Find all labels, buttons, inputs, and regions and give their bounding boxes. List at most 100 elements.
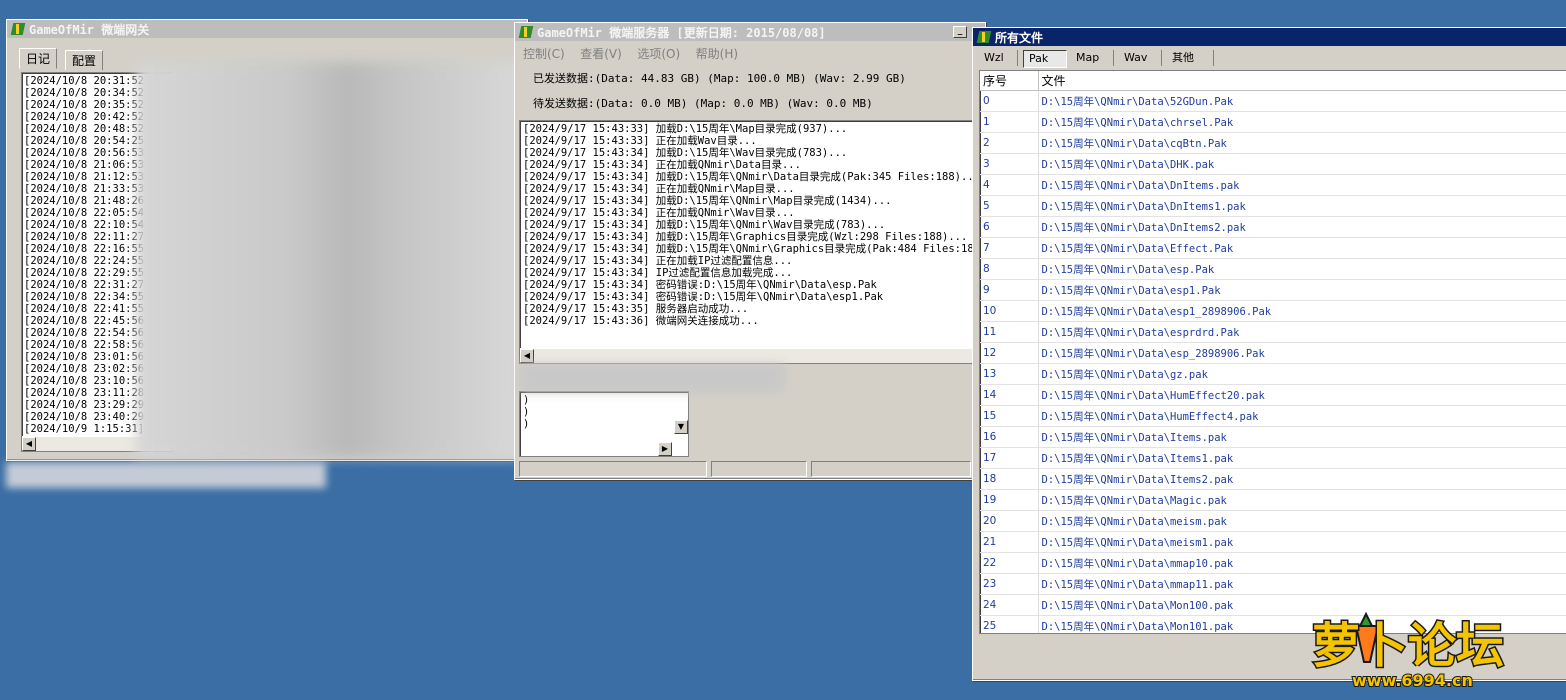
row-file-path: D:\15周年\QNmir\Data\DnItems2.pak [1038, 216, 1566, 238]
table-row[interactable]: 18 D:\15周年\QNmir\Data\Items2.pak [980, 468, 1566, 490]
status-cell-2 [711, 461, 807, 477]
scroll-right-icon[interactable]: ▶ [658, 442, 672, 456]
server-log-line: [2024/9/17 15:43:34] 正在加载IP过滤配置信息... [523, 255, 793, 267]
pending-data-label: 待发送数据:(Data: 0.0 MB) (Map: 0.0 MB) (Wav:… [533, 97, 873, 110]
menu-control[interactable]: 控制(C) [523, 47, 565, 61]
files-tab-wzl[interactable]: Wzl [979, 50, 1018, 66]
server-lower-line: ) [523, 394, 530, 406]
server-log-line: [2024/9/17 15:43:34] 正在加载QNmir\Data目录... [523, 159, 801, 171]
server-lower-list: ))) [520, 392, 688, 432]
row-index: 25 [980, 615, 1039, 633]
minimize-button[interactable]: _ [953, 26, 967, 38]
table-row[interactable]: 4 D:\15周年\QNmir\Data\DnItems.pak [980, 174, 1566, 196]
table-row[interactable]: 21 D:\15周年\QNmir\Data\meism1.pak [980, 531, 1566, 553]
table-row[interactable]: 13 D:\15周年\QNmir\Data\gz.pak [980, 363, 1566, 385]
row-index: 20 [980, 510, 1039, 532]
row-file-path: D:\15周年\QNmir\Data\esp_2898906.Pak [1038, 342, 1566, 364]
table-row[interactable]: 2 D:\15周年\QNmir\Data\cqBtn.Pak [980, 132, 1566, 154]
table-row[interactable]: 9 D:\15周年\QNmir\Data\esp1.Pak [980, 279, 1566, 301]
row-index: 4 [980, 174, 1039, 196]
table-row[interactable]: 22 D:\15周年\QNmir\Data\mmap10.pak [980, 552, 1566, 574]
scroll-left-icon[interactable]: ◀ [22, 437, 36, 451]
menu-view[interactable]: 查看(V) [580, 47, 622, 61]
row-index: 8 [980, 258, 1039, 280]
table-row[interactable]: 20 D:\15周年\QNmir\Data\meism.pak [980, 510, 1566, 532]
column-header-file[interactable]: 文件 [1038, 71, 1566, 91]
files-tab-其他[interactable]: 其他 [1167, 50, 1214, 66]
forum-watermark-logo: 萝卜论坛 www.6994.cn [1311, 611, 1506, 690]
table-row[interactable]: 17 D:\15周年\QNmir\Data\Items1.pak [980, 447, 1566, 469]
row-file-path: D:\15周年\QNmir\Data\mmap10.pak [1038, 552, 1566, 574]
server-log-line: [2024/9/17 15:43:34] 加载D:\15周年\Graphics目… [523, 231, 968, 243]
row-index: 17 [980, 447, 1039, 469]
row-file-path: D:\15周年\QNmir\Data\esp1.Pak [1038, 279, 1566, 301]
gateway-titlebar[interactable]: GameOfMir 微端网关 [7, 20, 527, 38]
table-row[interactable]: 3 D:\15周年\QNmir\Data\DHK.pak [980, 153, 1566, 175]
row-file-path: D:\15周年\QNmir\Data\Magic.pak [1038, 489, 1566, 511]
server-log-list: [2024/9/17 15:43:33] 加载D:\15周年\Map目录完成(9… [520, 121, 976, 329]
scroll-down-icon[interactable]: ▼ [674, 420, 688, 434]
status-cell-3 [811, 461, 971, 477]
row-index: 6 [980, 216, 1039, 238]
row-index: 11 [980, 321, 1039, 343]
table-row[interactable]: 11 D:\15周年\QNmir\Data\esprdrd.Pak [980, 321, 1566, 343]
row-index: 7 [980, 237, 1039, 259]
row-file-path: D:\15周年\QNmir\Data\DnItems1.pak [1038, 195, 1566, 217]
files-titlebar[interactable]: 所有文件 [973, 28, 1566, 46]
column-header-index[interactable]: 序号 [980, 71, 1039, 91]
table-row[interactable]: 19 D:\15周年\QNmir\Data\Magic.pak [980, 489, 1566, 511]
row-index: 5 [980, 195, 1039, 217]
files-title: 所有文件 [995, 30, 1044, 45]
row-file-path: D:\15周年\QNmir\Data\gz.pak [1038, 363, 1566, 385]
redacted-region-bottom [6, 462, 326, 488]
server-log-line: [2024/9/17 15:43:34] 加载D:\15周年\QNmir\Wav… [523, 219, 886, 231]
row-file-path: D:\15周年\QNmir\Data\Items.pak [1038, 426, 1566, 448]
server-log-line: [2024/9/17 15:43:34] 加载D:\15周年\QNmir\Map… [523, 195, 892, 207]
row-file-path: D:\15周年\QNmir\Data\esprdrd.Pak [1038, 321, 1566, 343]
files-tab-pak[interactable]: Pak [1023, 50, 1067, 68]
row-index: 13 [980, 363, 1039, 385]
row-index: 1 [980, 111, 1039, 133]
table-row[interactable]: 10 D:\15周年\QNmir\Data\esp1_2898906.Pak [980, 300, 1566, 322]
files-header-row: 序号 文件 [980, 71, 1566, 91]
server-menubar: 控制(C) 查看(V) 选项(O) 帮助(H) [523, 45, 750, 62]
row-file-path: D:\15周年\QNmir\Data\DHK.pak [1038, 153, 1566, 175]
tab-config[interactable]: 配置 [65, 50, 104, 70]
table-row[interactable]: 1 D:\15周年\QNmir\Data\chrsel.Pak [980, 111, 1566, 133]
status-cell-1 [519, 461, 707, 477]
server-log-line: [2024/9/17 15:43:34] 密码错误:D:\15周年\QNmir\… [523, 279, 877, 291]
table-row[interactable]: 8 D:\15周年\QNmir\Data\esp.Pak [980, 258, 1566, 280]
server-lower-panel: ))) ▼ ▶ [519, 391, 689, 457]
table-row[interactable]: 15 D:\15周年\QNmir\Data\HumEffect4.pak [980, 405, 1566, 427]
files-tab-wav[interactable]: Wav [1119, 50, 1162, 66]
table-row[interactable]: 5 D:\15周年\QNmir\Data\DnItems1.pak [980, 195, 1566, 217]
server-title: GameOfMir 微端服务器 [更新日期: 2015/08/08] [537, 25, 826, 40]
row-file-path: D:\15周年\QNmir\Data\HumEffect4.pak [1038, 405, 1566, 427]
row-file-path: D:\15周年\QNmir\Data\esp1_2898906.Pak [1038, 300, 1566, 322]
server-log-line: [2024/9/17 15:43:34] 加载D:\15周年\QNmir\Gra… [523, 243, 977, 255]
table-row[interactable]: 23 D:\15周年\QNmir\Data\mmap11.pak [980, 573, 1566, 595]
table-row[interactable]: 7 D:\15周年\QNmir\Data\Effect.Pak [980, 237, 1566, 259]
table-row[interactable]: 12 D:\15周年\QNmir\Data\esp_2898906.Pak [980, 342, 1566, 364]
files-tab-map[interactable]: Map [1071, 50, 1114, 66]
scroll-left-icon[interactable]: ◀ [520, 349, 534, 363]
server-log-line: [2024/9/17 15:43:33] 加载D:\15周年\Map目录完成(9… [523, 123, 848, 135]
files-table: 序号 文件 0 D:\15周年\QNmir\Data\52GDun.Pak 1 D:\… [980, 71, 1566, 633]
menu-options[interactable]: 选项(O) [637, 47, 680, 61]
row-index: 22 [980, 552, 1039, 574]
table-row[interactable]: 14 D:\15周年\QNmir\Data\HumEffect20.pak [980, 384, 1566, 406]
server-titlebar[interactable]: GameOfMir 微端服务器 [更新日期: 2015/08/08] _ [515, 23, 985, 41]
sent-data-label: 已发送数据:(Data: 44.83 GB) (Map: 100.0 MB) (… [533, 72, 906, 85]
row-file-path: D:\15周年\QNmir\Data\meism1.pak [1038, 531, 1566, 553]
app-icon [11, 22, 25, 36]
server-hscroll[interactable]: ◀ [520, 348, 976, 363]
row-index: 14 [980, 384, 1039, 406]
redacted-region-server [520, 364, 784, 392]
table-row[interactable]: 0 D:\15周年\QNmir\Data\52GDun.Pak [980, 90, 1566, 112]
menu-help[interactable]: 帮助(H) [696, 47, 738, 61]
table-row[interactable]: 6 D:\15周年\QNmir\Data\DnItems2.pak [980, 216, 1566, 238]
table-row[interactable]: 16 D:\15周年\QNmir\Data\Items.pak [980, 426, 1566, 448]
app-icon [977, 30, 991, 44]
row-index: 23 [980, 573, 1039, 595]
tab-log[interactable]: 日记 [19, 48, 58, 69]
